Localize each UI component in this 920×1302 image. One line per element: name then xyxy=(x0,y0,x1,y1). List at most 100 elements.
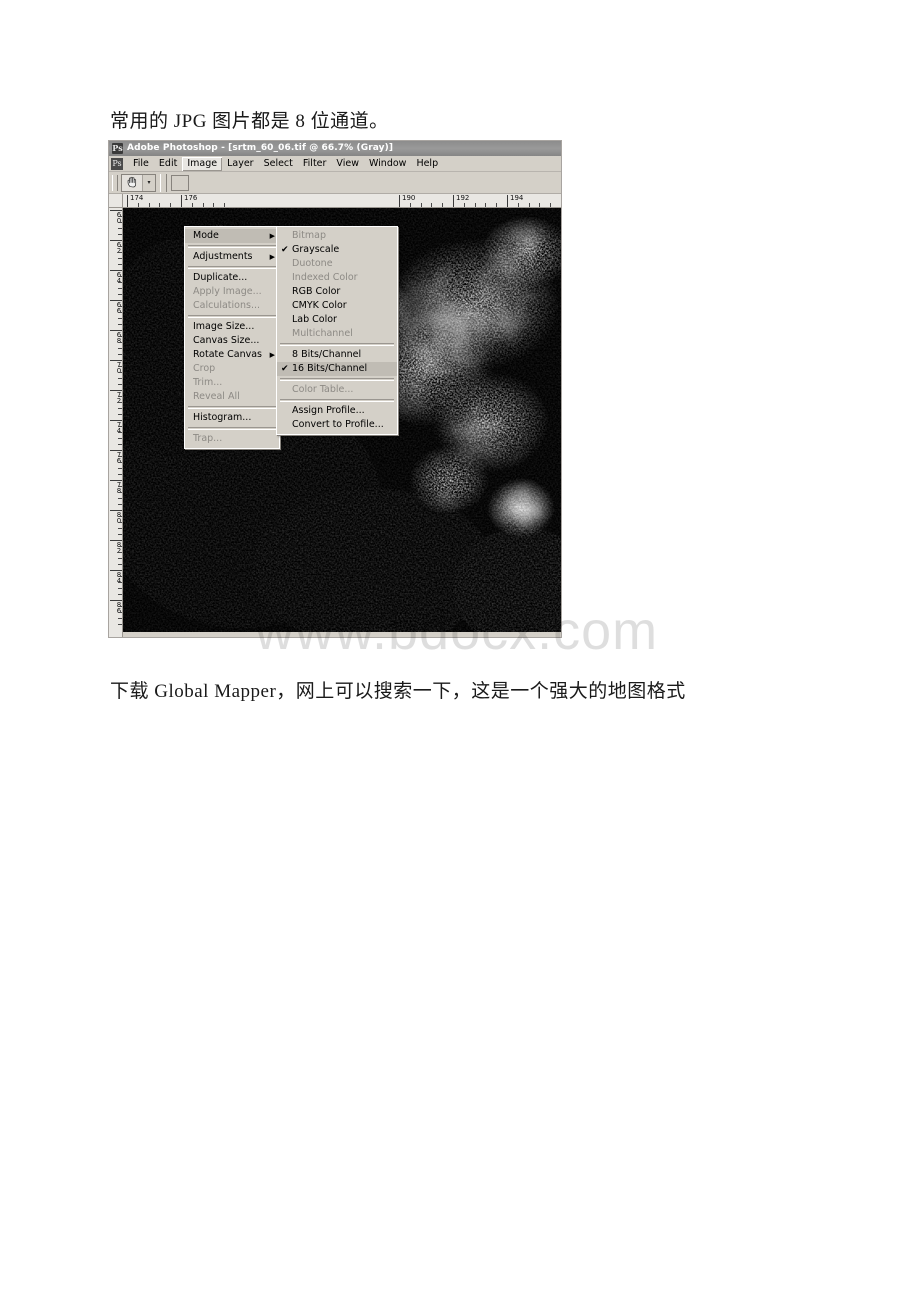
ruler-h-tick: 192 xyxy=(453,195,469,207)
menu-item-label: Grayscale xyxy=(292,244,340,255)
document-icon: Ps xyxy=(111,157,123,170)
menubar-item-window[interactable]: Window xyxy=(364,157,411,171)
ruler-v-minor-tick xyxy=(118,534,122,535)
menu-item-label: Duplicate... xyxy=(193,272,248,283)
ruler-h-minor-tick xyxy=(539,203,541,207)
menu-item-label: Bitmap xyxy=(292,230,326,241)
ruler-v-minor-tick xyxy=(118,576,122,577)
ruler-h-minor-tick xyxy=(474,203,476,207)
ruler-h-minor-tick xyxy=(442,203,444,207)
ruler-v-minor-tick xyxy=(118,378,122,379)
ruler-v-minor-tick xyxy=(118,504,122,505)
ruler-v-minor-tick xyxy=(118,468,122,469)
ruler-v-minor-tick xyxy=(118,462,122,463)
menu-item-label: Assign Profile... xyxy=(292,405,365,416)
ruler-h-tick: 190 xyxy=(399,195,415,207)
ruler-v-minor-tick xyxy=(118,498,122,499)
menu-item-label: Duotone xyxy=(292,258,333,269)
menubar-item-layer[interactable]: Layer xyxy=(222,157,259,171)
menu-item-label: Crop xyxy=(193,363,216,374)
ruler-h-minor-tick xyxy=(528,203,530,207)
menu-item-grayscale[interactable]: ✔ Grayscale xyxy=(277,243,397,257)
menu-item-label: Trim... xyxy=(193,377,223,388)
menu-item-canvas-size[interactable]: Canvas Size... xyxy=(185,334,279,348)
menu-item-bitmap: Bitmap xyxy=(277,229,397,243)
options-bar-field[interactable] xyxy=(171,174,189,191)
ruler-v-minor-tick xyxy=(118,546,122,547)
vertical-ruler[interactable]: 60 62 64 66 68 70 72 74 76 78 80 82 84 86 xyxy=(109,208,123,637)
ruler-v-minor-tick xyxy=(118,324,122,325)
menu-item-rgb-color[interactable]: RGB Color xyxy=(277,285,397,299)
menu-item-histogram[interactable]: Histogram... xyxy=(185,411,279,425)
ruler-corner[interactable] xyxy=(109,194,123,208)
menu-item-label: Trap... xyxy=(193,433,223,444)
ruler-v-minor-tick xyxy=(118,402,122,403)
menu-item-assign-profile[interactable]: Assign Profile... xyxy=(277,404,397,418)
menu-item-trim: Trim... xyxy=(185,376,279,390)
submenu-arrow-icon: ▶ xyxy=(269,351,275,359)
menubar-item-help[interactable]: Help xyxy=(411,157,443,171)
menu-item-label: Reveal All xyxy=(193,391,240,402)
tool-preset-dropdown-icon[interactable]: ▾ xyxy=(143,175,155,191)
ruler-v-minor-tick xyxy=(118,558,122,559)
menu-item-calculations: Calculations... xyxy=(185,299,279,313)
ruler-v-minor-tick xyxy=(118,528,122,529)
menu-item-label: Convert to Profile... xyxy=(292,419,384,430)
ruler-v-minor-tick xyxy=(118,312,122,313)
submenu-arrow-icon: ▶ xyxy=(269,253,275,261)
ruler-h-minor-tick xyxy=(224,203,226,207)
menu-item-image-size[interactable]: Image Size... xyxy=(185,320,279,334)
menu-item-crop: Crop xyxy=(185,362,279,376)
ruler-v-minor-tick xyxy=(118,306,122,307)
menu-item-16-bits-channel[interactable]: ✔ 16 Bits/Channel xyxy=(277,362,397,376)
ruler-h-tick: 174 xyxy=(127,195,143,207)
menu-item-duplicate[interactable]: Duplicate... xyxy=(185,271,279,285)
menu-item-label: RGB Color xyxy=(292,286,341,297)
menu-item-adjustments[interactable]: Adjustments ▶ xyxy=(185,250,279,264)
menu-item-label: Multichannel xyxy=(292,328,353,339)
menu-item-label: Image Size... xyxy=(193,321,255,332)
menu-item-label: Calculations... xyxy=(193,300,261,311)
menubar-item-select[interactable]: Select xyxy=(259,157,298,171)
photoshop-window: Ps Adobe Photoshop - [srtm_60_06.tif @ 6… xyxy=(108,140,562,638)
menubar-item-image[interactable]: Image xyxy=(182,156,223,171)
menubar-item-edit[interactable]: Edit xyxy=(154,157,182,171)
page-paragraph-top: 常用的 JPG 图片都是 8 位通道。 xyxy=(110,111,389,132)
ruler-h-minor-tick xyxy=(496,203,498,207)
ruler-v-minor-tick xyxy=(118,216,122,217)
menu-item-mode[interactable]: Mode ▶ xyxy=(185,229,279,243)
menubar-item-file[interactable]: File xyxy=(128,157,154,171)
ruler-h-minor-tick xyxy=(191,203,193,207)
ruler-v-minor-tick xyxy=(118,258,122,259)
ruler-v-minor-tick xyxy=(118,606,122,607)
menu-item-8-bits-channel[interactable]: 8 Bits/Channel xyxy=(277,348,397,362)
ruler-v-minor-tick xyxy=(118,564,122,565)
hand-tool-icon[interactable] xyxy=(122,174,143,191)
ruler-v-minor-tick xyxy=(118,438,122,439)
menu-item-label: Adjustments xyxy=(193,251,253,262)
menu-item-color-table: Color Table... xyxy=(277,383,397,397)
menu-item-convert-to-profile[interactable]: Convert to Profile... xyxy=(277,418,397,432)
ruler-h-minor-tick xyxy=(409,203,411,207)
active-tool-well[interactable]: ▾ xyxy=(121,173,156,192)
ruler-v-minor-tick xyxy=(118,456,122,457)
ruler-v-minor-tick xyxy=(118,618,122,619)
ruler-h-tick: 194 xyxy=(507,195,523,207)
menu-separator xyxy=(188,406,276,409)
image-menu-dropdown[interactable]: Mode ▶ Adjustments ▶ Duplicate... Apply … xyxy=(184,226,280,449)
menu-item-cmyk-color[interactable]: CMYK Color xyxy=(277,299,397,313)
menu-item-lab-color[interactable]: Lab Color xyxy=(277,313,397,327)
ruler-v-minor-tick xyxy=(118,336,122,337)
options-bar-grip[interactable] xyxy=(112,174,118,191)
horizontal-ruler[interactable]: 174 176 190 192 194 196 198 200 xyxy=(123,194,561,208)
ruler-v-minor-tick xyxy=(118,486,122,487)
ruler-h-tick: 176 xyxy=(181,195,197,207)
menubar-item-view[interactable]: View xyxy=(331,157,364,171)
mode-submenu-dropdown[interactable]: Bitmap ✔ Grayscale Duotone Indexed Color… xyxy=(276,226,398,435)
menu-item-label: Histogram... xyxy=(193,412,252,423)
menubar-item-filter[interactable]: Filter xyxy=(298,157,332,171)
menu-item-rotate-canvas[interactable]: Rotate Canvas ▶ xyxy=(185,348,279,362)
ruler-v-minor-tick xyxy=(118,588,122,589)
ruler-v-minor-tick xyxy=(118,594,122,595)
ruler-v-minor-tick xyxy=(118,342,122,343)
